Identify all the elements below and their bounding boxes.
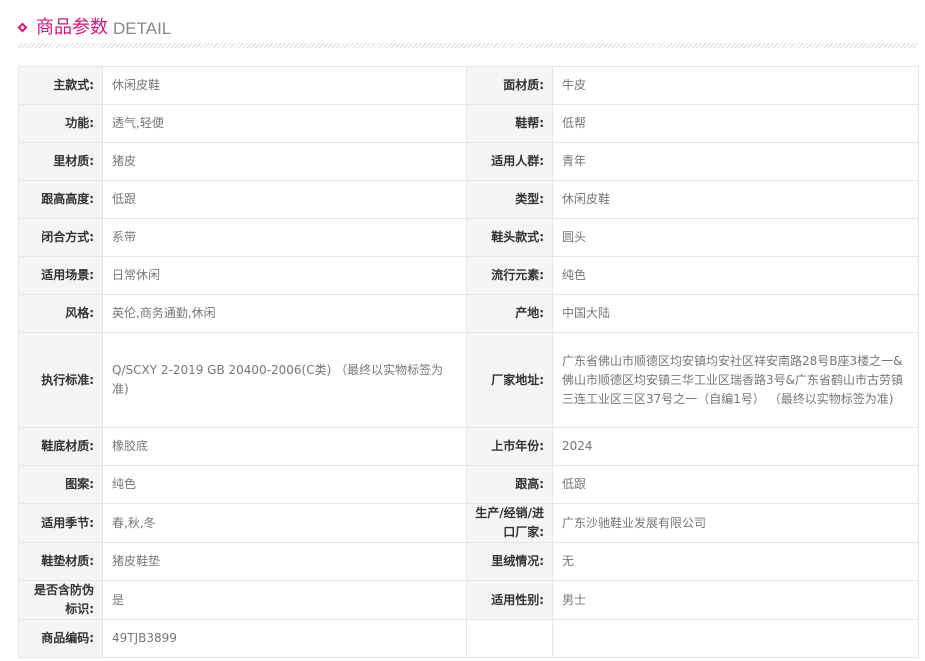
- param-label: 跟高高度:: [18, 180, 103, 219]
- param-value: 低帮: [552, 104, 919, 143]
- header-divider: [18, 43, 918, 48]
- param-label: 鞋垫材质:: [18, 542, 103, 581]
- param-label: 里材质:: [18, 142, 103, 181]
- param-value: 49TJB3899: [102, 619, 467, 658]
- param-label: 上市年份:: [466, 427, 553, 466]
- param-value: 春,秋,冬: [102, 503, 467, 543]
- param-value: 日常休闲: [102, 256, 467, 295]
- param-value: 透气,轻便: [102, 104, 467, 143]
- table-row: 鞋垫材质: 猪皮鞋垫 里绒情况: 无: [18, 542, 919, 581]
- param-value: 休闲皮鞋: [102, 66, 467, 105]
- param-value: 猪皮: [102, 142, 467, 181]
- param-label: 风格:: [18, 294, 103, 333]
- param-label: 类型:: [466, 180, 553, 219]
- param-label: 主款式:: [18, 66, 103, 105]
- param-label: 鞋底材质:: [18, 427, 103, 466]
- table-row: 主款式: 休闲皮鞋 面材质: 牛皮: [18, 66, 919, 105]
- table-row: 风格: 英伦,商务通勤,休闲 产地: 中国大陆: [18, 294, 919, 333]
- param-label: 生产/经销/进口厂家:: [466, 503, 553, 543]
- section-subtitle: DETAIL: [113, 19, 172, 38]
- param-value: 2024: [552, 427, 919, 466]
- param-value: 纯色: [102, 465, 467, 504]
- param-label: 闭合方式:: [18, 218, 103, 257]
- param-value: 广东沙驰鞋业发展有限公司: [552, 503, 919, 543]
- param-value: 休闲皮鞋: [552, 180, 919, 219]
- param-value: 圆头: [552, 218, 919, 257]
- param-label: 厂家地址:: [466, 332, 553, 428]
- param-value: 纯色: [552, 256, 919, 295]
- table-row: 适用场景: 日常休闲 流行元素: 纯色: [18, 256, 919, 295]
- param-label: 鞋头款式:: [466, 218, 553, 257]
- param-label: 适用人群:: [466, 142, 553, 181]
- param-value: 中国大陆: [552, 294, 919, 333]
- param-label: 图案:: [18, 465, 103, 504]
- section-title: 商品参数: [36, 17, 108, 38]
- param-label: 执行标准:: [18, 332, 103, 428]
- param-label: 适用场景:: [18, 256, 103, 295]
- param-label: 商品编码:: [18, 619, 103, 658]
- diamond-icon: [17, 22, 28, 33]
- table-row: 图案: 纯色 跟高: 低跟: [18, 465, 919, 504]
- params-table: 主款式: 休闲皮鞋 面材质: 牛皮 功能: 透气,轻便 鞋帮: 低帮 里材质: …: [18, 66, 919, 658]
- param-label: 跟高:: [466, 465, 553, 504]
- table-row: 适用季节: 春,秋,冬 生产/经销/进口厂家: 广东沙驰鞋业发展有限公司: [18, 503, 919, 543]
- table-row: 商品编码: 49TJB3899: [18, 619, 919, 658]
- param-value: 低跟: [552, 465, 919, 504]
- param-value: 是: [102, 580, 467, 620]
- param-value: 广东省佛山市顺德区均安镇均安社区祥安南路28号B座3楼之一&佛山市顺德区均安镇三…: [552, 332, 919, 428]
- param-label: 鞋帮:: [466, 104, 553, 143]
- param-label: 里绒情况:: [466, 542, 553, 581]
- param-value: 青年: [552, 142, 919, 181]
- param-label: 适用性别:: [466, 580, 553, 620]
- table-row: 跟高高度: 低跟 类型: 休闲皮鞋: [18, 180, 919, 219]
- param-value: 男士: [552, 580, 919, 620]
- param-value: 猪皮鞋垫: [102, 542, 467, 581]
- table-row: 鞋底材质: 橡胶底 上市年份: 2024: [18, 427, 919, 466]
- table-row: 执行标准: Q/SCXY 2-2019 GB 20400-2006(C类) （最…: [18, 332, 919, 428]
- param-value: [552, 619, 919, 658]
- param-label: [466, 619, 553, 658]
- param-value: 无: [552, 542, 919, 581]
- param-value: 系带: [102, 218, 467, 257]
- section-header: 商品参数 DETAIL: [17, 16, 918, 48]
- param-label: 流行元素:: [466, 256, 553, 295]
- param-label: 功能:: [18, 104, 103, 143]
- table-row: 里材质: 猪皮 适用人群: 青年: [18, 142, 919, 181]
- param-value: 牛皮: [552, 66, 919, 105]
- param-value: 低跟: [102, 180, 467, 219]
- param-value: 橡胶底: [102, 427, 467, 466]
- table-row: 是否含防伪标识: 是 适用性别: 男士: [18, 580, 919, 620]
- param-value: 英伦,商务通勤,休闲: [102, 294, 467, 333]
- table-row: 功能: 透气,轻便 鞋帮: 低帮: [18, 104, 919, 143]
- param-label: 适用季节:: [18, 503, 103, 543]
- param-label: 是否含防伪标识:: [18, 580, 103, 620]
- table-row: 闭合方式: 系带 鞋头款式: 圆头: [18, 218, 919, 257]
- param-value: Q/SCXY 2-2019 GB 20400-2006(C类) （最终以实物标签…: [102, 332, 467, 428]
- param-label: 面材质:: [466, 66, 553, 105]
- param-label: 产地:: [466, 294, 553, 333]
